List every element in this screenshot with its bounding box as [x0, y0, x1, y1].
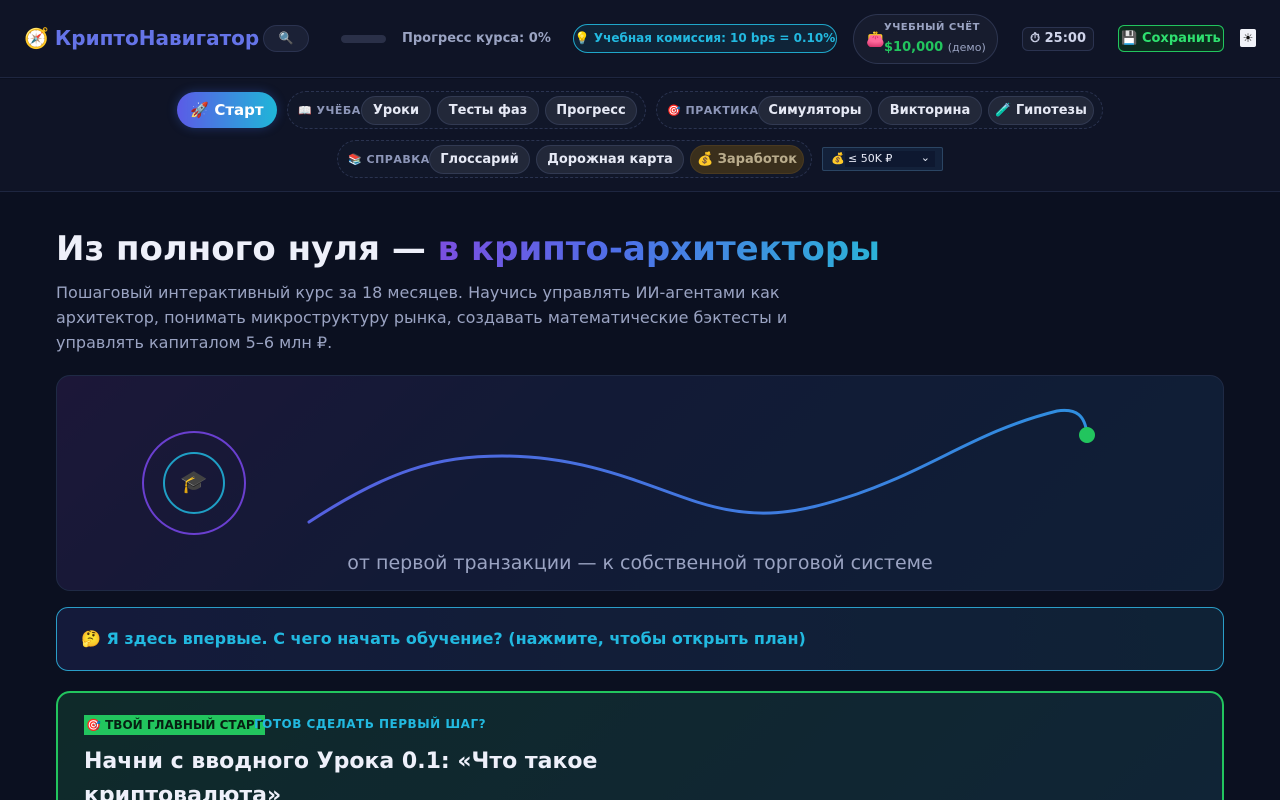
nav-group-reference: 📚 СПРАВКА Глоссарий Дорожная карта 💰 Зар… [337, 140, 812, 178]
search-button[interactable]: 🔍 [263, 25, 309, 52]
brand-name: КриптоНавигатор [54, 26, 260, 50]
hero-caption: от первой транзакции — к собственной тор… [347, 552, 933, 574]
compass-icon: 🧭 [24, 26, 49, 50]
chevron-down-icon: ⌄ [920, 151, 930, 164]
start-card-title: Начни с вводного Урока 0.1: «Что такое к… [84, 749, 598, 800]
focus-timer[interactable]: ⏱ 25:00 [1022, 27, 1094, 51]
nav-group-practice: 🎯 ПРАКТИКА Симуляторы Викторина 🧪 Гипоте… [656, 91, 1103, 129]
nav-start-button[interactable]: 🚀 Старт [177, 92, 277, 128]
course-progress-label: Прогресс курса: 0% [402, 31, 551, 46]
money-bag-icon: 💰 [831, 152, 845, 165]
tab-glossary[interactable]: Глоссарий [429, 145, 530, 174]
tab-roadmap[interactable]: Дорожная карта [536, 145, 684, 174]
page-title: Из полного нуля — в крипто-архитекторы [56, 229, 880, 269]
nav-group-study: 📖 УЧЁБА Уроки Тесты фаз Прогресс [287, 91, 646, 129]
account-demo-tag: (демо) [947, 41, 986, 54]
wallet-icon: 👛 [866, 30, 885, 48]
nav-group-study-label: 📖 УЧЁБА [298, 104, 361, 117]
start-badge: 🎯 ТВОЙ ГЛАВНЫЙ СТАРТ [84, 715, 265, 735]
save-button[interactable]: 💾 Сохранить [1118, 25, 1224, 52]
nav-group-reference-label: 📚 СПРАВКА [348, 153, 430, 166]
tab-progress[interactable]: Прогресс [545, 96, 637, 125]
commission-badge[interactable]: 💡 Учебная комиссия: 10 bps = 0.10% [573, 24, 837, 53]
tab-simulators[interactable]: Симуляторы [758, 96, 872, 125]
hero-curve-endpoint [1079, 427, 1095, 443]
tab-phase-tests[interactable]: Тесты фаз [437, 96, 539, 125]
tab-lessons[interactable]: Уроки [361, 96, 431, 125]
hero-banner: 🎓 от первой транзакции — к собственной т… [56, 375, 1224, 591]
course-progress-bar [341, 35, 386, 43]
first-time-accordion[interactable]: 🤔 Я здесь впервые. С чего начать обучени… [56, 607, 1224, 671]
account-label: УЧЕБНЫЙ СЧЁТ [884, 22, 980, 33]
top-bar: 🧭 КриптоНавигатор 🔍 Прогресс курса: 0% 💡 … [0, 0, 1280, 78]
start-kicker: ГОТОВ СДЕЛАТЬ ПЕРВЫЙ ШАГ? [254, 717, 487, 731]
tab-quiz[interactable]: Викторина [878, 96, 982, 125]
brand-logo[interactable]: 🧭 КриптоНавигатор [24, 26, 259, 50]
nav-group-practice-label: 🎯 ПРАКТИКА [667, 104, 759, 117]
main-navigation: 🚀 Старт 📖 УЧЁБА Уроки Тесты фаз Прогресс… [0, 79, 1280, 192]
account-balance: $10,000 (демо) [884, 40, 986, 55]
search-icon: 🔍 [278, 31, 294, 45]
main-start-card[interactable]: 🎯 ТВОЙ ГЛАВНЫЙ СТАРТ ГОТОВ СДЕЛАТЬ ПЕРВЫ… [56, 691, 1224, 800]
theme-toggle-sun-icon[interactable]: ☀ [1240, 29, 1256, 47]
hero-curve-path [307, 408, 1089, 524]
tab-hypotheses[interactable]: 🧪 Гипотезы [988, 96, 1094, 125]
tab-earnings[interactable]: 💰 Заработок [690, 145, 804, 174]
budget-select[interactable]: 💰 ≤ 50K ₽ ⌄ [822, 147, 943, 171]
demo-account-widget[interactable]: 👛 УЧЕБНЫЙ СЧЁТ $10,000 (демо) [853, 14, 998, 64]
page-title-accent: в крипто-архитекторы [437, 229, 880, 269]
page-subtitle: Пошаговый интерактивный курс за 18 месяц… [56, 283, 788, 352]
